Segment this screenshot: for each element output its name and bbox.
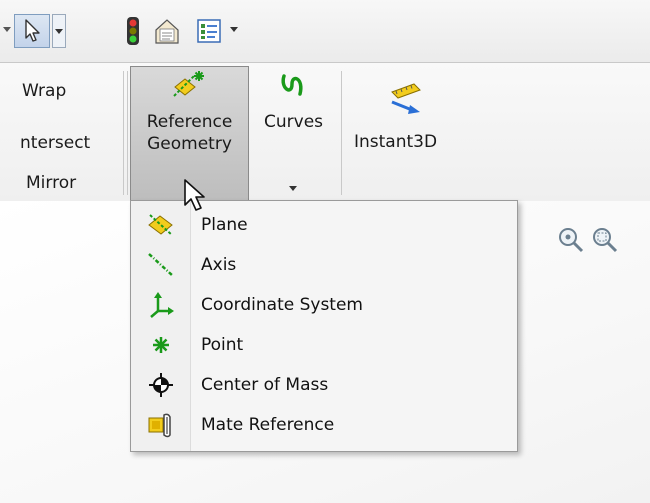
mirror-button[interactable]: Mirror	[26, 173, 76, 193]
toolbar-dropdown-arrow[interactable]	[2, 22, 12, 36]
ribbon-separator	[123, 71, 124, 195]
curves-label: Curves	[264, 112, 324, 132]
ribbon-separator	[341, 71, 342, 195]
menu-item-point[interactable]: Point	[131, 325, 517, 365]
checklist-dropdown-arrow[interactable]	[228, 22, 240, 36]
center-of-mass-icon	[149, 373, 173, 397]
traffic-light-icon[interactable]	[124, 14, 142, 48]
curves-dropdown-arrow[interactable]	[289, 186, 297, 191]
reference-geometry-flyout-menu: Plane Axis Coordinate System Point Cente…	[130, 200, 518, 452]
menu-item-center-of-mass[interactable]: Center of Mass	[131, 365, 517, 405]
ribbon-separator	[127, 71, 128, 195]
instant3d-label: Instant3D	[354, 132, 438, 152]
command-manager-ribbon: Wrap ntersect Mirror Reference Geometry …	[0, 63, 650, 202]
menu-item-label: Mate Reference	[201, 415, 335, 435]
mouse-cursor-icon	[184, 179, 205, 211]
instant3d-button[interactable]: Instant3D	[350, 68, 450, 168]
menu-item-axis[interactable]: Axis	[131, 245, 517, 285]
menu-item-label: Plane	[201, 215, 248, 235]
point-icon	[153, 337, 169, 353]
reference-geometry-icon	[173, 71, 204, 97]
menu-item-coordinate-system[interactable]: Coordinate System	[131, 285, 517, 325]
pointer-icon	[25, 19, 40, 42]
intersect-button[interactable]: ntersect	[20, 133, 90, 153]
menu-item-label: Point	[201, 335, 244, 355]
menu-item-label: Coordinate System	[201, 295, 363, 315]
zoom-to-fit-icon[interactable]	[556, 225, 586, 255]
checklist-icon[interactable]	[192, 14, 226, 48]
plane-icon	[148, 214, 173, 236]
quick-access-toolbar	[0, 0, 650, 63]
reference-geometry-label-2: Geometry	[147, 134, 232, 154]
wrap-button[interactable]: Wrap	[22, 81, 66, 101]
menu-item-mate-reference[interactable]: Mate Reference	[131, 405, 517, 445]
menu-item-label: Center of Mass	[201, 375, 329, 395]
curves-button[interactable]: Curves	[256, 68, 332, 198]
menu-item-label: Axis	[201, 255, 237, 275]
select-dropdown[interactable]	[52, 14, 66, 48]
select-button[interactable]	[14, 14, 66, 48]
axis-icon	[148, 253, 174, 277]
reference-geometry-label-1: Reference	[146, 112, 233, 132]
curves-icon	[281, 74, 303, 96]
instant3d-icon	[391, 83, 421, 114]
options-icon[interactable]	[150, 14, 184, 48]
mate-reference-icon	[148, 413, 171, 438]
coordinate-system-icon	[150, 292, 174, 318]
zoom-to-area-icon[interactable]	[590, 225, 620, 255]
